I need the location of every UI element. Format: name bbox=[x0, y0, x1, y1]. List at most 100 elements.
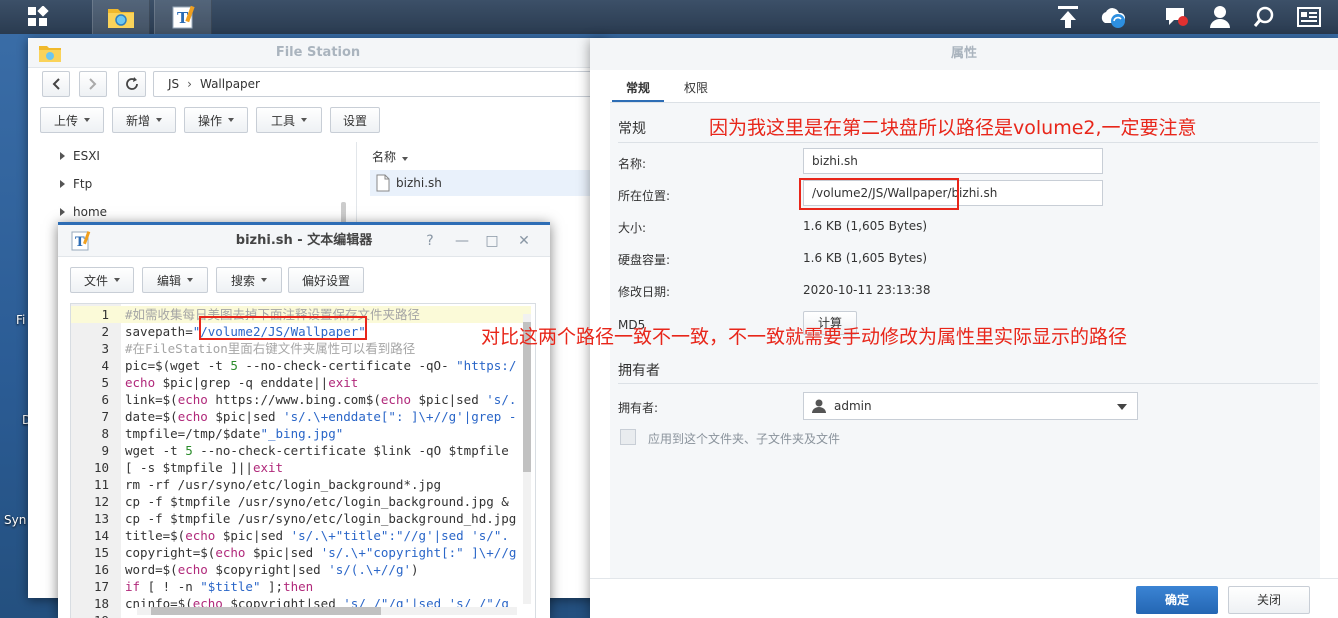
main-menu-icon[interactable] bbox=[20, 0, 56, 34]
action-button[interactable]: 操作 bbox=[184, 107, 248, 133]
code-line[interactable]: 9 wget -t 5 --no-check-certificate $link … bbox=[71, 442, 531, 459]
tree-item-home[interactable]: home bbox=[60, 205, 107, 219]
user-icon bbox=[812, 399, 826, 413]
line-number: 6 bbox=[101, 392, 109, 407]
upload-button[interactable]: 上传 bbox=[40, 107, 104, 133]
code-line[interactable]: 5 echo $pic|grep -q enddate||exit bbox=[71, 374, 531, 391]
tab-general[interactable]: 常规 bbox=[626, 76, 650, 100]
create-button[interactable]: 新增 bbox=[112, 107, 176, 133]
file-menu-button[interactable]: 文件 bbox=[70, 267, 134, 293]
file-menu-label: 文件 bbox=[83, 273, 108, 288]
tree-item-esxi[interactable]: ESXI bbox=[60, 149, 100, 163]
breadcrumb-separator-icon: › bbox=[187, 77, 192, 91]
forward-button[interactable] bbox=[79, 71, 107, 97]
preferences-button[interactable]: 偏好设置 bbox=[288, 267, 364, 293]
code-line[interactable]: 10 [ -s $tmpfile ]||exit bbox=[71, 459, 531, 476]
chevron-right-icon bbox=[60, 180, 65, 188]
line-number: 12 bbox=[93, 494, 109, 509]
owner-label: 拥有者: bbox=[618, 401, 659, 415]
owner-section-title: 拥有者 bbox=[618, 363, 660, 379]
upload-label: 上传 bbox=[53, 113, 78, 128]
line-number: 11 bbox=[93, 477, 109, 492]
text-editor-taskbar-icon[interactable]: T bbox=[154, 0, 212, 34]
code-line[interactable]: 16 word=$(echo $copyright|sed 's/(.\+//g'… bbox=[71, 561, 531, 578]
file-station-app-icon bbox=[38, 43, 62, 66]
name-column-header[interactable]: 名称 bbox=[372, 148, 409, 165]
sort-down-icon bbox=[402, 157, 409, 161]
breadcrumb-js[interactable]: JS bbox=[168, 77, 179, 91]
action-label: 操作 bbox=[197, 113, 222, 128]
code-line[interactable]: 7 date=$(echo $pic|sed 's/.\+enddate[": ]… bbox=[71, 408, 531, 425]
chevron-down-icon bbox=[114, 278, 120, 282]
tree-label: home bbox=[73, 205, 108, 219]
annotation-box-location bbox=[799, 178, 959, 210]
line-number: 13 bbox=[93, 511, 109, 526]
tree-label: ESXI bbox=[73, 149, 100, 163]
edit-menu-button[interactable]: 编辑 bbox=[142, 267, 208, 293]
file-station-taskbar-icon[interactable] bbox=[92, 0, 150, 34]
search-icon[interactable] bbox=[1248, 0, 1280, 34]
code-editor[interactable]: 1 #如需收集每日美图去掉下面注释设置保存文件夹路径 2 savepath="/vol… bbox=[70, 303, 536, 618]
line-number: 2 bbox=[101, 324, 109, 339]
tab-permissions[interactable]: 权限 bbox=[684, 76, 708, 100]
close-button[interactable]: ✕ bbox=[516, 233, 532, 249]
name-input[interactable]: bizhi.sh bbox=[803, 148, 1103, 174]
code-line[interactable]: 8 tmpfile=/tmp/$date"_bing.jpg" bbox=[71, 425, 531, 442]
section-divider bbox=[618, 142, 1318, 143]
line-number: 8 bbox=[101, 426, 109, 441]
back-button[interactable] bbox=[42, 71, 70, 97]
annotation-box-savepath bbox=[199, 316, 367, 340]
chevron-down-icon bbox=[187, 278, 193, 282]
horizontal-scroll-thumb[interactable] bbox=[151, 607, 381, 615]
code-line[interactable]: 17 if [ ! -n "$title" ];then bbox=[71, 578, 531, 595]
chevron-down-icon bbox=[156, 118, 162, 122]
code-line[interactable]: 11 rm -rf /usr/syno/etc/login_background*… bbox=[71, 476, 531, 493]
footer-divider bbox=[590, 578, 1338, 579]
annotation-top-note: 因为我这里是在第二块盘所以路径是volume2,一定要注意 bbox=[709, 117, 1197, 139]
modified-date-label: 修改日期: bbox=[618, 285, 671, 299]
code-line[interactable]: 15 copyright=$(echo $pic|sed 's/.\+"copyr… bbox=[71, 544, 531, 561]
line-number: 3 bbox=[101, 341, 109, 356]
close-dialog-button[interactable]: 关闭 bbox=[1228, 586, 1310, 614]
path-bar[interactable]: JS › Wallpaper bbox=[153, 71, 613, 97]
code-text: word=$(echo $copyright|sed 's/(.\+//g') bbox=[125, 562, 419, 577]
code-text: cp -f $tmpfile /usr/syno/etc/login_backg… bbox=[125, 511, 517, 526]
user-icon[interactable] bbox=[1204, 0, 1236, 34]
code-line[interactable]: 12 cp -f $tmpfile /usr/syno/etc/login_bac… bbox=[71, 493, 531, 510]
refresh-button[interactable] bbox=[118, 71, 146, 97]
code-line[interactable]: 13 cp -f $tmpfile /usr/syno/etc/login_bac… bbox=[71, 510, 531, 527]
help-button[interactable]: ? bbox=[422, 233, 438, 249]
code-line[interactable]: 3 #在FileStation里面右键文件夹属性可以看到路径 bbox=[71, 340, 531, 357]
code-text: #在FileStation里面右键文件夹属性可以看到路径 bbox=[125, 341, 416, 356]
editor-title: bizhi.sh - 文本编辑器 bbox=[235, 233, 373, 248]
line-number: 1 bbox=[101, 307, 109, 322]
ok-button[interactable]: 确定 bbox=[1136, 586, 1218, 614]
upload-queue-icon[interactable] bbox=[1052, 0, 1084, 34]
maximize-button[interactable]: □ bbox=[484, 233, 500, 249]
editor-title-bar[interactable]: T bizhi.sh - 文本编辑器 ? — □ ✕ bbox=[58, 225, 550, 257]
size-label: 大小: bbox=[618, 221, 647, 235]
cloud-sync-icon[interactable] bbox=[1096, 0, 1130, 34]
disk-usage-value: 1.6 KB (1,605 Bytes) bbox=[803, 251, 928, 265]
line-number: 10 bbox=[93, 460, 109, 475]
file-station-title-text: File Station bbox=[275, 45, 361, 60]
edit-menu-label: 编辑 bbox=[156, 273, 181, 288]
apply-recursive-checkbox[interactable] bbox=[620, 429, 636, 445]
tools-button[interactable]: 工具 bbox=[256, 107, 322, 133]
settings-button[interactable]: 设置 bbox=[330, 107, 380, 133]
file-row-bizhi[interactable]: bizhi.sh bbox=[370, 170, 608, 196]
minimize-button[interactable]: — bbox=[454, 233, 470, 249]
location-label: 所在位置: bbox=[618, 189, 671, 203]
code-line[interactable]: 6 link=$(echo https://www.bing.com$(echo … bbox=[71, 391, 531, 408]
breadcrumb-wallpaper[interactable]: Wallpaper bbox=[200, 77, 260, 91]
notifications-icon[interactable] bbox=[1160, 0, 1194, 34]
name-column-label: 名称 bbox=[372, 150, 397, 164]
code-text: wget -t 5 --no-check-certificate $link -… bbox=[125, 443, 509, 458]
widgets-icon[interactable] bbox=[1292, 0, 1326, 34]
code-line[interactable]: 4 pic=$(wget -t 5 --no-check-certificate … bbox=[71, 357, 531, 374]
tree-item-ftp[interactable]: Ftp bbox=[60, 177, 92, 191]
search-menu-button[interactable]: 搜索 bbox=[216, 267, 282, 293]
owner-select[interactable]: admin bbox=[803, 392, 1138, 420]
code-line[interactable]: 14 title=$(echo $pic|sed 's/.\+"title":"/… bbox=[71, 527, 531, 544]
modified-date-value: 2020-10-11 23:13:38 bbox=[803, 283, 931, 297]
